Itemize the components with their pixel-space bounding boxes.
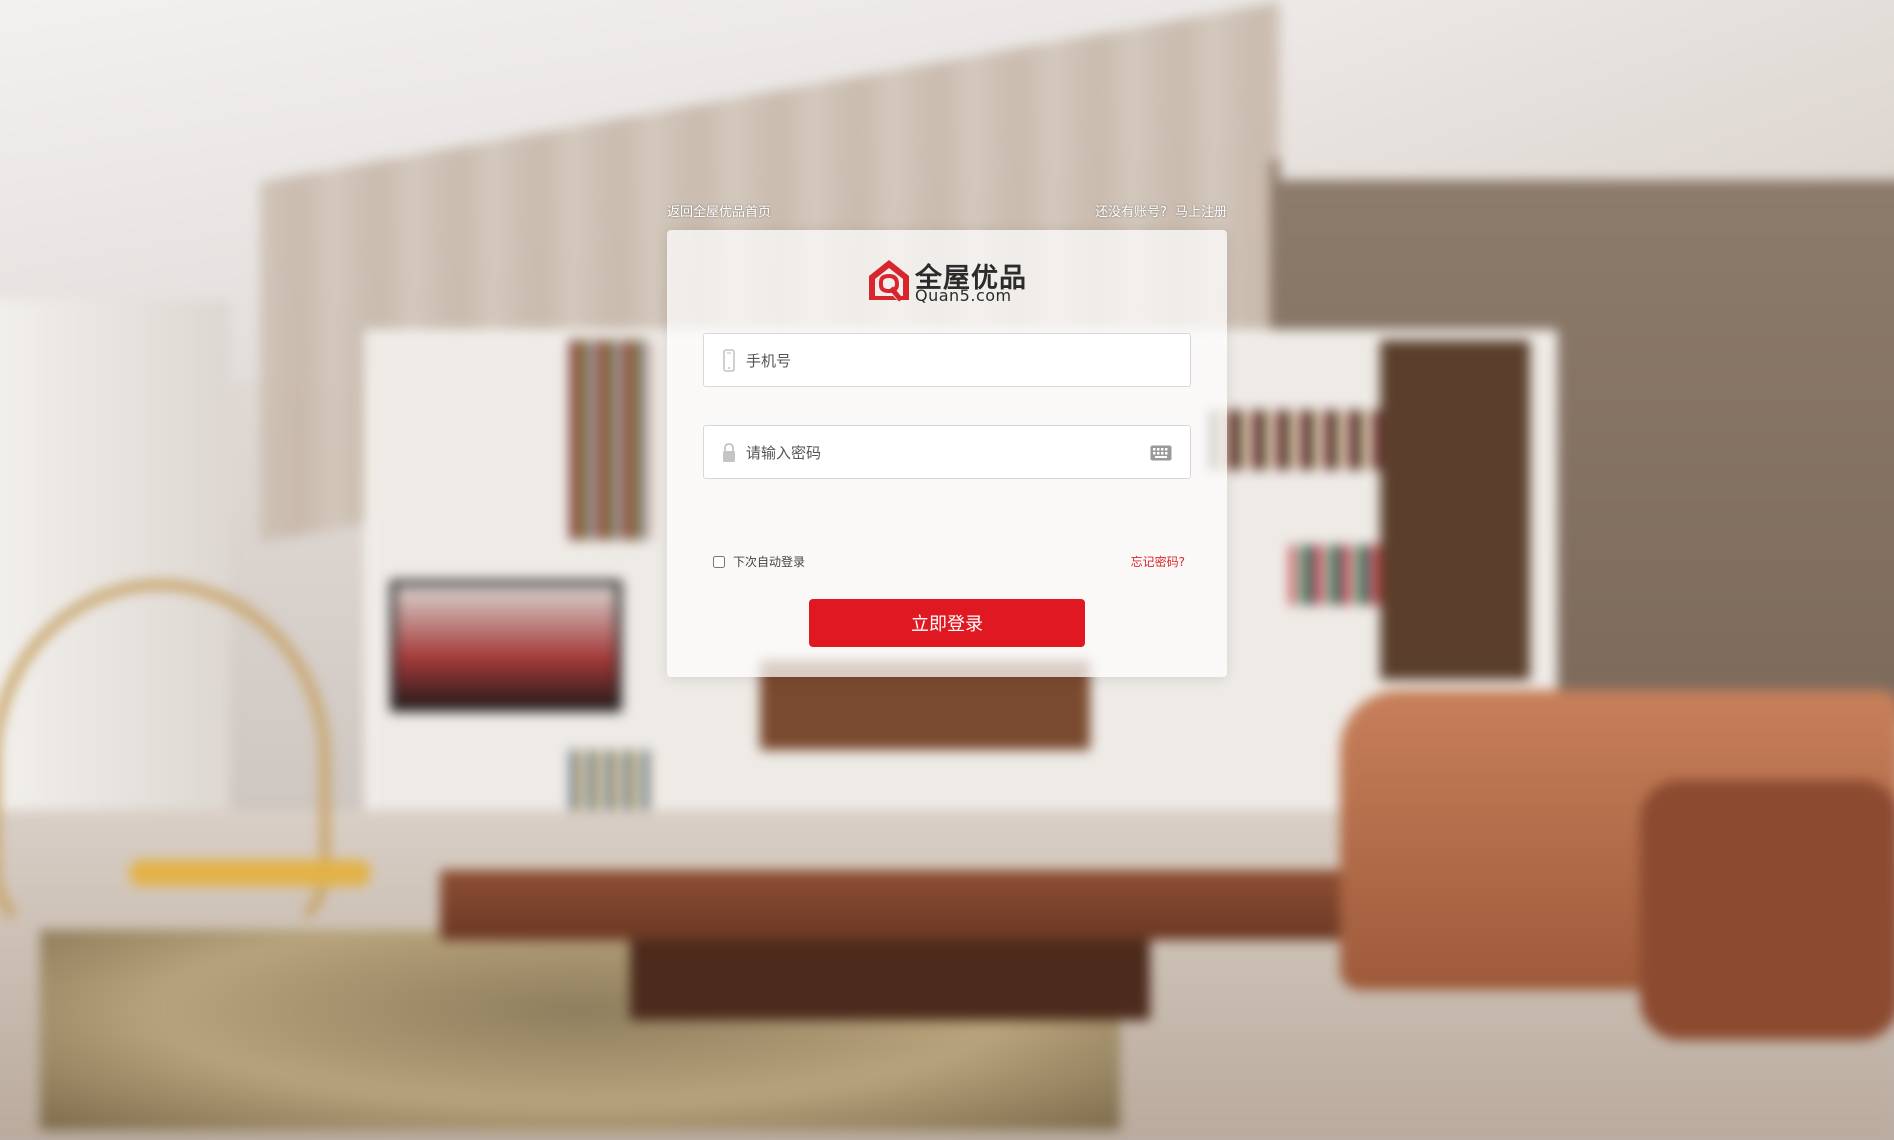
password-field[interactable]: [703, 425, 1191, 480]
auto-login-label: 下次自动登录: [733, 555, 806, 569]
forgot-password-link[interactable]: 忘记密码?: [1131, 553, 1185, 570]
auto-login-option[interactable]: 下次自动登录: [713, 553, 805, 570]
register-link[interactable]: 马上注册: [1175, 201, 1227, 220]
brand-name-en: Quan5.com: [915, 286, 1012, 305]
back-home-link[interactable]: 返回全屋优品首页: [667, 201, 771, 220]
login-button[interactable]: 立即登录: [809, 599, 1085, 647]
keyboard-icon[interactable]: [1150, 445, 1172, 461]
login-card: 全屋优品 Quan5.com 下次自动登录 忘记密码?: [667, 230, 1227, 677]
phone-field[interactable]: [703, 333, 1191, 388]
no-account-text: 还没有账号?: [1095, 204, 1167, 220]
house-q-logo-icon: [869, 260, 909, 302]
register-prompt: 还没有账号? 马上注册: [1095, 201, 1227, 220]
password-input[interactable]: [744, 426, 1128, 480]
brand-logo: 全屋优品 Quan5.com: [867, 256, 1027, 306]
auto-login-checkbox[interactable]: [713, 555, 725, 568]
lock-icon: [723, 443, 735, 462]
phone-icon: [723, 349, 735, 372]
top-links-bar: 返回全屋优品首页 还没有账号? 马上注册: [667, 199, 1227, 221]
phone-input[interactable]: [744, 334, 1128, 388]
